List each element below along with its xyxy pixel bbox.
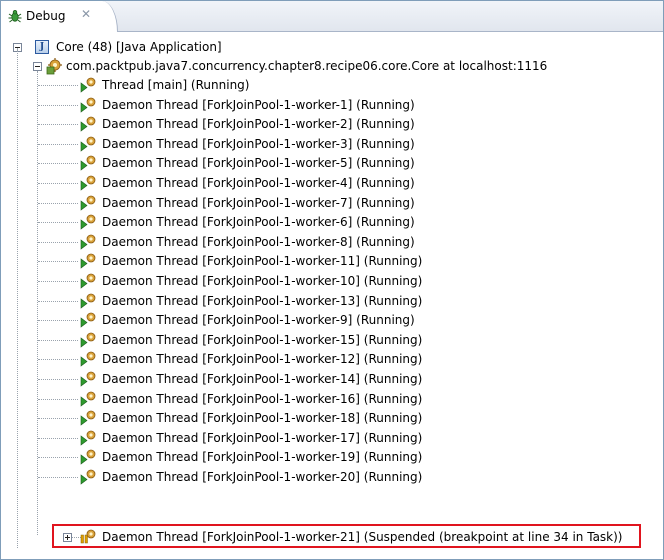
tree-connector (38, 105, 78, 106)
tree-connector (38, 359, 78, 360)
tree-connector (38, 85, 78, 86)
tree-connector (38, 320, 78, 321)
tree-item-label: Daemon Thread [ForkJoinPool-1-worker-10]… (102, 274, 423, 288)
tree-connector (38, 438, 78, 439)
tree-item-label: Daemon Thread [ForkJoinPool-1-worker-8] … (102, 235, 415, 249)
running-thread-icon (80, 195, 96, 211)
tree-item-thread[interactable]: Thread [main] (Running) (1, 75, 521, 95)
java-app-icon: J (35, 40, 49, 54)
tree-item-label: Daemon Thread [ForkJoinPool-1-worker-7] … (102, 196, 415, 210)
running-thread-icon (80, 97, 96, 113)
tree-connector (38, 477, 78, 478)
running-thread-icon (80, 410, 96, 426)
debug-tree: J Core (48) [Java Application] com.packt… (1, 33, 663, 559)
tree-item-thread[interactable]: Daemon Thread [ForkJoinPool-1-worker-17]… (1, 428, 521, 448)
tree-item-thread[interactable]: Daemon Thread [ForkJoinPool-1-worker-11]… (1, 251, 521, 271)
tree-connector (38, 301, 78, 302)
tree-item-thread[interactable]: Daemon Thread [ForkJoinPool-1-worker-2] … (1, 114, 521, 134)
running-thread-icon (80, 391, 96, 407)
tree-item-thread[interactable]: Daemon Thread [ForkJoinPool-1-worker-8] … (1, 232, 521, 252)
running-thread-icon (80, 312, 96, 328)
running-thread-icon (80, 449, 96, 465)
tree-item-thread[interactable]: Daemon Thread [ForkJoinPool-1-worker-1] … (1, 95, 521, 115)
tree-item-thread[interactable]: Daemon Thread [ForkJoinPool-1-worker-13]… (1, 291, 521, 311)
tree-item-label: Daemon Thread [ForkJoinPool-1-worker-19]… (102, 450, 423, 464)
tree-item-vm[interactable]: com.packtpub.java7.concurrency.chapter8.… (1, 56, 641, 76)
tree-item-label: Core (48) [Java Application] (56, 40, 222, 54)
running-thread-icon (80, 155, 96, 171)
tree-item-label: Daemon Thread [ForkJoinPool-1-worker-15]… (102, 333, 423, 347)
running-thread-icon (80, 116, 96, 132)
close-icon[interactable]: ✕ (81, 7, 91, 21)
tree-item-thread[interactable]: Daemon Thread [ForkJoinPool-1-worker-14]… (1, 369, 521, 389)
collapse-toggle[interactable] (33, 62, 42, 71)
tree-connector (38, 124, 78, 125)
tree-item-label: com.packtpub.java7.concurrency.chapter8.… (66, 59, 548, 73)
tree-item-thread[interactable]: Daemon Thread [ForkJoinPool-1-worker-12]… (1, 349, 521, 369)
running-thread-icon (80, 214, 96, 230)
tree-item-thread[interactable]: Daemon Thread [ForkJoinPool-1-worker-15]… (1, 330, 521, 350)
tree-item-label: Daemon Thread [ForkJoinPool-1-worker-2] … (102, 117, 415, 131)
tree-connector (38, 418, 78, 419)
tree-item-label: Thread [main] (Running) (102, 78, 250, 92)
tree-item-label: Daemon Thread [ForkJoinPool-1-worker-6] … (102, 215, 415, 229)
tree-connector (38, 222, 78, 223)
highlight-box (52, 524, 641, 548)
tree-item-thread[interactable]: Daemon Thread [ForkJoinPool-1-worker-7] … (1, 193, 521, 213)
tree-connector (38, 144, 78, 145)
tree-connector (38, 379, 78, 380)
tree-item-label: Daemon Thread [ForkJoinPool-1-worker-20]… (102, 470, 423, 484)
debug-target-icon (46, 58, 62, 75)
tab-bar: Debug ✕ (1, 1, 663, 32)
tree-connector (38, 281, 78, 282)
tree-item-label: Daemon Thread [ForkJoinPool-1-worker-5] … (102, 156, 415, 170)
tab-label: Debug (26, 9, 66, 23)
tree-connector (38, 203, 78, 204)
tree-item-label: Daemon Thread [ForkJoinPool-1-worker-11]… (102, 254, 423, 268)
tree-connector (38, 183, 78, 184)
tree-item-thread[interactable]: Daemon Thread [ForkJoinPool-1-worker-6] … (1, 212, 521, 232)
tree-item-label: Daemon Thread [ForkJoinPool-1-worker-12]… (102, 352, 423, 366)
tree-item-thread[interactable]: Daemon Thread [ForkJoinPool-1-worker-3] … (1, 134, 521, 154)
running-thread-icon (80, 234, 96, 250)
running-thread-icon (80, 371, 96, 387)
tree-item-label: Daemon Thread [ForkJoinPool-1-worker-14]… (102, 372, 423, 386)
tree-item-thread[interactable]: Daemon Thread [ForkJoinPool-1-worker-18]… (1, 408, 521, 428)
debug-view: Debug ✕ J Core (48) [Java Application] c… (0, 0, 664, 560)
tree-item-label: Daemon Thread [ForkJoinPool-1-worker-16]… (102, 392, 423, 406)
running-thread-icon (80, 253, 96, 269)
tree-connector (38, 399, 78, 400)
tree-item-thread[interactable]: Daemon Thread [ForkJoinPool-1-worker-4] … (1, 173, 521, 193)
tree-item-thread[interactable]: Daemon Thread [ForkJoinPool-1-worker-19]… (1, 447, 521, 467)
tree-item-thread[interactable]: Daemon Thread [ForkJoinPool-1-worker-5] … (1, 153, 521, 173)
tab-debug[interactable]: Debug ✕ (1, 1, 118, 32)
running-thread-icon (80, 175, 96, 191)
tree-item-thread[interactable]: Daemon Thread [ForkJoinPool-1-worker-16]… (1, 389, 521, 409)
debug-bug-icon (8, 9, 22, 23)
tree-connector (38, 457, 78, 458)
tree-item-label: Daemon Thread [ForkJoinPool-1-worker-4] … (102, 176, 415, 190)
tree-item-launch[interactable]: J Core (48) [Java Application] (1, 37, 401, 57)
running-thread-icon (80, 293, 96, 309)
tree-connector (38, 242, 78, 243)
tree-item-label: Daemon Thread [ForkJoinPool-1-worker-17]… (102, 431, 423, 445)
tree-connector (38, 340, 78, 341)
tree-item-label: Daemon Thread [ForkJoinPool-1-worker-9] … (102, 313, 415, 327)
tree-item-label: Daemon Thread [ForkJoinPool-1-worker-13]… (102, 294, 423, 308)
running-thread-icon (80, 469, 96, 485)
tree-connector (38, 261, 78, 262)
running-thread-icon (80, 430, 96, 446)
running-thread-icon (80, 136, 96, 152)
tree-item-label: Daemon Thread [ForkJoinPool-1-worker-3] … (102, 137, 415, 151)
tree-item-thread[interactable]: Daemon Thread [ForkJoinPool-1-worker-9] … (1, 310, 521, 330)
tree-item-label: Daemon Thread [ForkJoinPool-1-worker-1] … (102, 98, 415, 112)
running-thread-icon (80, 273, 96, 289)
running-thread-icon (80, 77, 96, 93)
tree-item-thread[interactable]: Daemon Thread [ForkJoinPool-1-worker-20]… (1, 467, 521, 487)
tree-connector (38, 163, 78, 164)
tree-item-thread[interactable]: Daemon Thread [ForkJoinPool-1-worker-10]… (1, 271, 521, 291)
running-thread-icon (80, 351, 96, 367)
running-thread-icon (80, 332, 96, 348)
tree-item-label: Daemon Thread [ForkJoinPool-1-worker-18]… (102, 411, 423, 425)
